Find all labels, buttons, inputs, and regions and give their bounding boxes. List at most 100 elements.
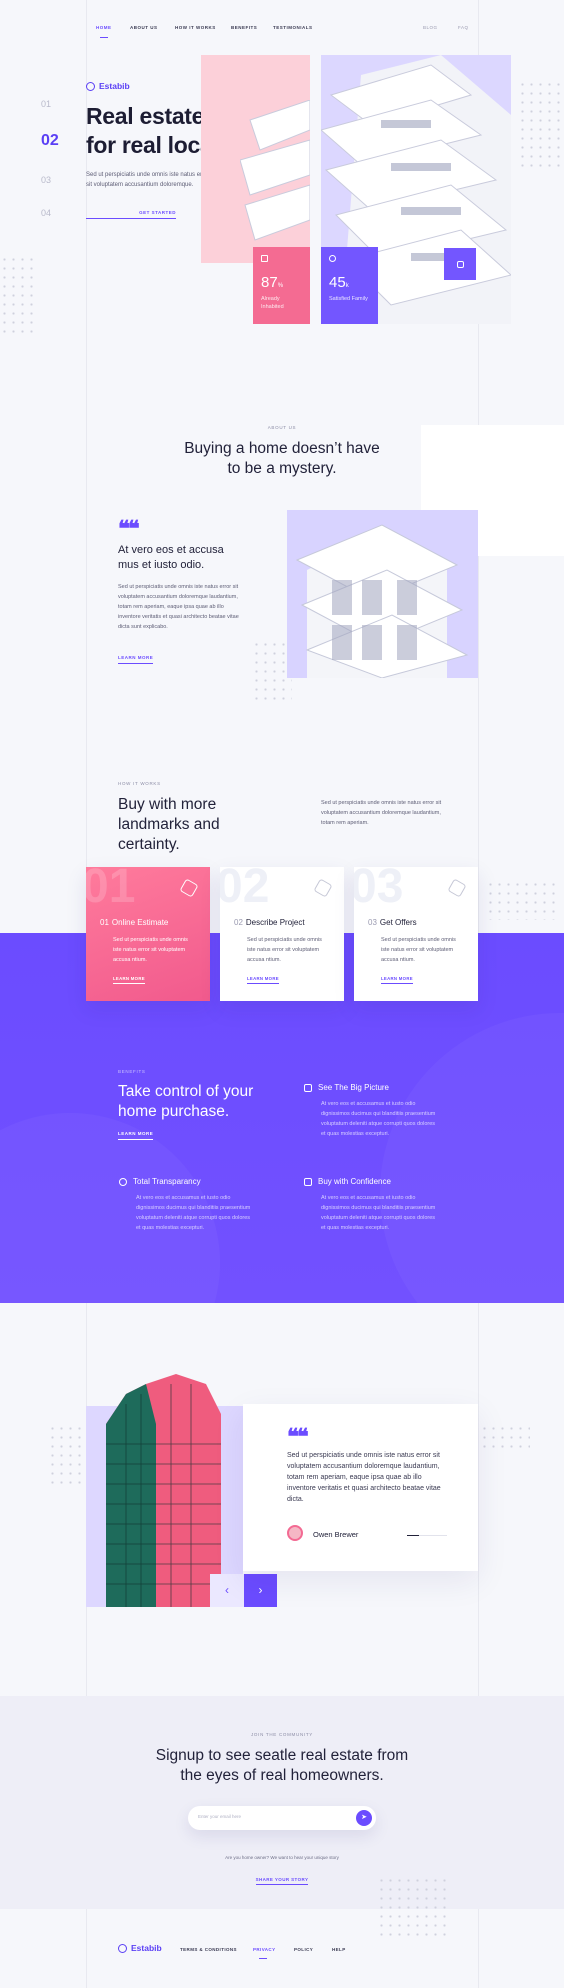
stat-families-label: Satisfied Family bbox=[329, 296, 368, 302]
card-learn-more[interactable]: LEARN MORE bbox=[113, 976, 145, 984]
card-number: 02 bbox=[234, 918, 243, 927]
nav-active-indicator bbox=[100, 37, 108, 38]
slider-progress bbox=[407, 1535, 447, 1536]
stat-inhabited-label: Already Inhabited bbox=[261, 296, 284, 310]
card-big-number: 03 bbox=[354, 867, 404, 913]
dot-pattern bbox=[377, 1876, 447, 1936]
email-field[interactable]: Enter your email here ➤ bbox=[188, 1806, 376, 1830]
phone-button[interactable] bbox=[444, 248, 476, 280]
cube-icon bbox=[313, 878, 333, 898]
feature-title-text: See The Big Picture bbox=[318, 1083, 390, 1092]
share-story-label: SHARE YOUR STORY bbox=[255, 1877, 309, 1885]
card-title: 03 Get Offers bbox=[368, 918, 417, 927]
card-big-number: 02 bbox=[220, 867, 270, 913]
dot-pattern bbox=[518, 80, 564, 170]
footer-privacy-link[interactable]: PRIVACY bbox=[253, 1947, 275, 1952]
dot-pattern bbox=[0, 255, 38, 335]
check-icon bbox=[304, 1177, 312, 1186]
brand-name: Estabib bbox=[99, 81, 130, 91]
footer-policy-link[interactable]: POLICY bbox=[294, 1947, 313, 1952]
dot-pattern bbox=[486, 880, 556, 920]
testimonial-card: ❝❝ Sed ut perspiciatis unde omnis iste n… bbox=[243, 1404, 478, 1571]
feature-title: Buy with Confidence bbox=[304, 1177, 441, 1186]
stat-unit: k bbox=[345, 283, 349, 289]
dot-pattern bbox=[252, 640, 292, 700]
hero-brand: Estabib bbox=[86, 81, 130, 91]
testimonial-building-image bbox=[106, 1374, 221, 1607]
hero-text: Sed ut perspiciatis unde omnis iste natu… bbox=[86, 172, 210, 188]
footer-brand-name: Estabib bbox=[131, 1943, 162, 1953]
clock-icon bbox=[119, 1177, 127, 1186]
get-started-label: GET STARTED bbox=[139, 210, 176, 215]
dot-pattern bbox=[48, 1424, 88, 1484]
about-learn-more[interactable]: LEARN MORE bbox=[118, 655, 154, 664]
slide-number-2[interactable]: 02 bbox=[41, 132, 59, 150]
card-number: 01 bbox=[100, 918, 109, 927]
submit-email-button[interactable]: ➤ bbox=[356, 1810, 372, 1826]
signup-note: Are you home owner? We want to hear your… bbox=[225, 1855, 339, 1860]
slide-number-3[interactable]: 03 bbox=[41, 175, 51, 185]
slide-number-1[interactable]: 01 bbox=[41, 99, 51, 109]
feature-title-text: Total Transparancy bbox=[133, 1177, 201, 1186]
signup-kicker: JOIN THE COMMUNITY bbox=[250, 1732, 314, 1737]
feature-confidence: Buy with Confidence At vero eos et accus… bbox=[304, 1177, 441, 1233]
card-title-text: Get Offers bbox=[379, 918, 417, 927]
card-title: 01 Online Estimate bbox=[100, 918, 168, 927]
nav-faq[interactable]: FAQ bbox=[458, 25, 469, 30]
step-card-online-estimate[interactable]: 01 01 Online Estimate Sed ut perspiciatis… bbox=[86, 867, 210, 1001]
footer-help-link[interactable]: HELP bbox=[332, 1947, 346, 1952]
phone-icon bbox=[456, 260, 464, 268]
feature-transparency: Total Transparancy At vero eos et accusa… bbox=[119, 1177, 256, 1233]
about-building-image bbox=[287, 510, 478, 678]
nav-blog[interactable]: BLOG bbox=[423, 25, 438, 30]
signup-title: Signup to see seatle real estate from th… bbox=[155, 1747, 409, 1784]
benefits-kicker: BENEFITS bbox=[118, 1069, 146, 1074]
card-title-text: Describe Project bbox=[245, 918, 305, 927]
how-text: Sed ut perspiciatis unde omnis iste natu… bbox=[321, 800, 442, 826]
footer-active-indicator bbox=[259, 1958, 267, 1959]
slider-prev-button[interactable]: ‹ bbox=[210, 1574, 244, 1607]
card-text: Sed ut perspiciatis unde omnis iste natu… bbox=[381, 937, 456, 963]
card-text: Sed ut perspiciatis unde omnis iste natu… bbox=[113, 937, 188, 963]
how-kicker: HOW IT WORKS bbox=[118, 781, 161, 786]
share-story-link[interactable]: SHARE YOUR STORY bbox=[0, 1868, 564, 1886]
logo-icon bbox=[86, 81, 95, 91]
nav-about-us[interactable]: ABOUT US bbox=[130, 25, 158, 30]
nav-benefits[interactable]: BENEFITS bbox=[231, 25, 257, 30]
about-quote-title: At vero eos et accusa mus et iusto odio. bbox=[118, 544, 224, 571]
step-card-get-offers[interactable]: 03 03 Get Offers Sed ut perspiciatis unde… bbox=[354, 867, 478, 1001]
slider-progress-fill bbox=[407, 1535, 419, 1536]
benefits-title: Take control of your home purchase. bbox=[118, 1083, 254, 1120]
logo-icon bbox=[118, 1943, 127, 1953]
author-avatar bbox=[287, 1525, 303, 1541]
nav-testimonials[interactable]: TESTIMONIALS bbox=[273, 25, 313, 30]
estimate-icon bbox=[179, 878, 199, 898]
card-learn-more[interactable]: LEARN MORE bbox=[247, 976, 279, 984]
how-title: Buy with more landmarks and certainty. bbox=[118, 796, 220, 853]
feature-title-text: Buy with Confidence bbox=[318, 1177, 391, 1186]
smile-icon bbox=[329, 255, 336, 262]
nav-home[interactable]: HOME bbox=[96, 25, 112, 30]
slide-number-4[interactable]: 04 bbox=[41, 208, 51, 218]
footer-brand[interactable]: Estabib bbox=[118, 1943, 162, 1953]
quote-icon: ❝❝ bbox=[287, 1424, 309, 1449]
step-card-describe-project[interactable]: 02 02 Describe Project Sed ut perspiciati… bbox=[220, 867, 344, 1001]
feature-text: At vero eos et accusamus et iusto odio d… bbox=[321, 1195, 436, 1231]
home-icon bbox=[261, 255, 268, 262]
card-big-number: 01 bbox=[86, 867, 136, 913]
testimonial-text: Sed ut perspiciatis unde omnis iste natu… bbox=[287, 1452, 441, 1503]
card-learn-more[interactable]: LEARN MORE bbox=[381, 976, 413, 984]
about-title: Buying a home doesn’t have to be a myste… bbox=[184, 440, 380, 477]
stat-number: 45 bbox=[329, 274, 346, 291]
dot-pattern bbox=[480, 1424, 530, 1454]
feature-title: See The Big Picture bbox=[304, 1083, 441, 1092]
benefits-learn-more[interactable]: LEARN MORE bbox=[118, 1131, 154, 1140]
author-name: Owen Brewer bbox=[313, 1530, 359, 1539]
footer-terms-link[interactable]: TERMS & CONDITIONS bbox=[180, 1947, 237, 1952]
feature-text: At vero eos et accusamus et iusto odio d… bbox=[136, 1195, 251, 1231]
slider-next-button[interactable]: › bbox=[244, 1574, 277, 1607]
card-number: 03 bbox=[368, 918, 377, 927]
decor-blob bbox=[380, 1013, 564, 1303]
nav-how-it-works[interactable]: HOW IT WORKS bbox=[175, 25, 216, 30]
get-started-link[interactable]: GET STARTED bbox=[86, 210, 176, 219]
